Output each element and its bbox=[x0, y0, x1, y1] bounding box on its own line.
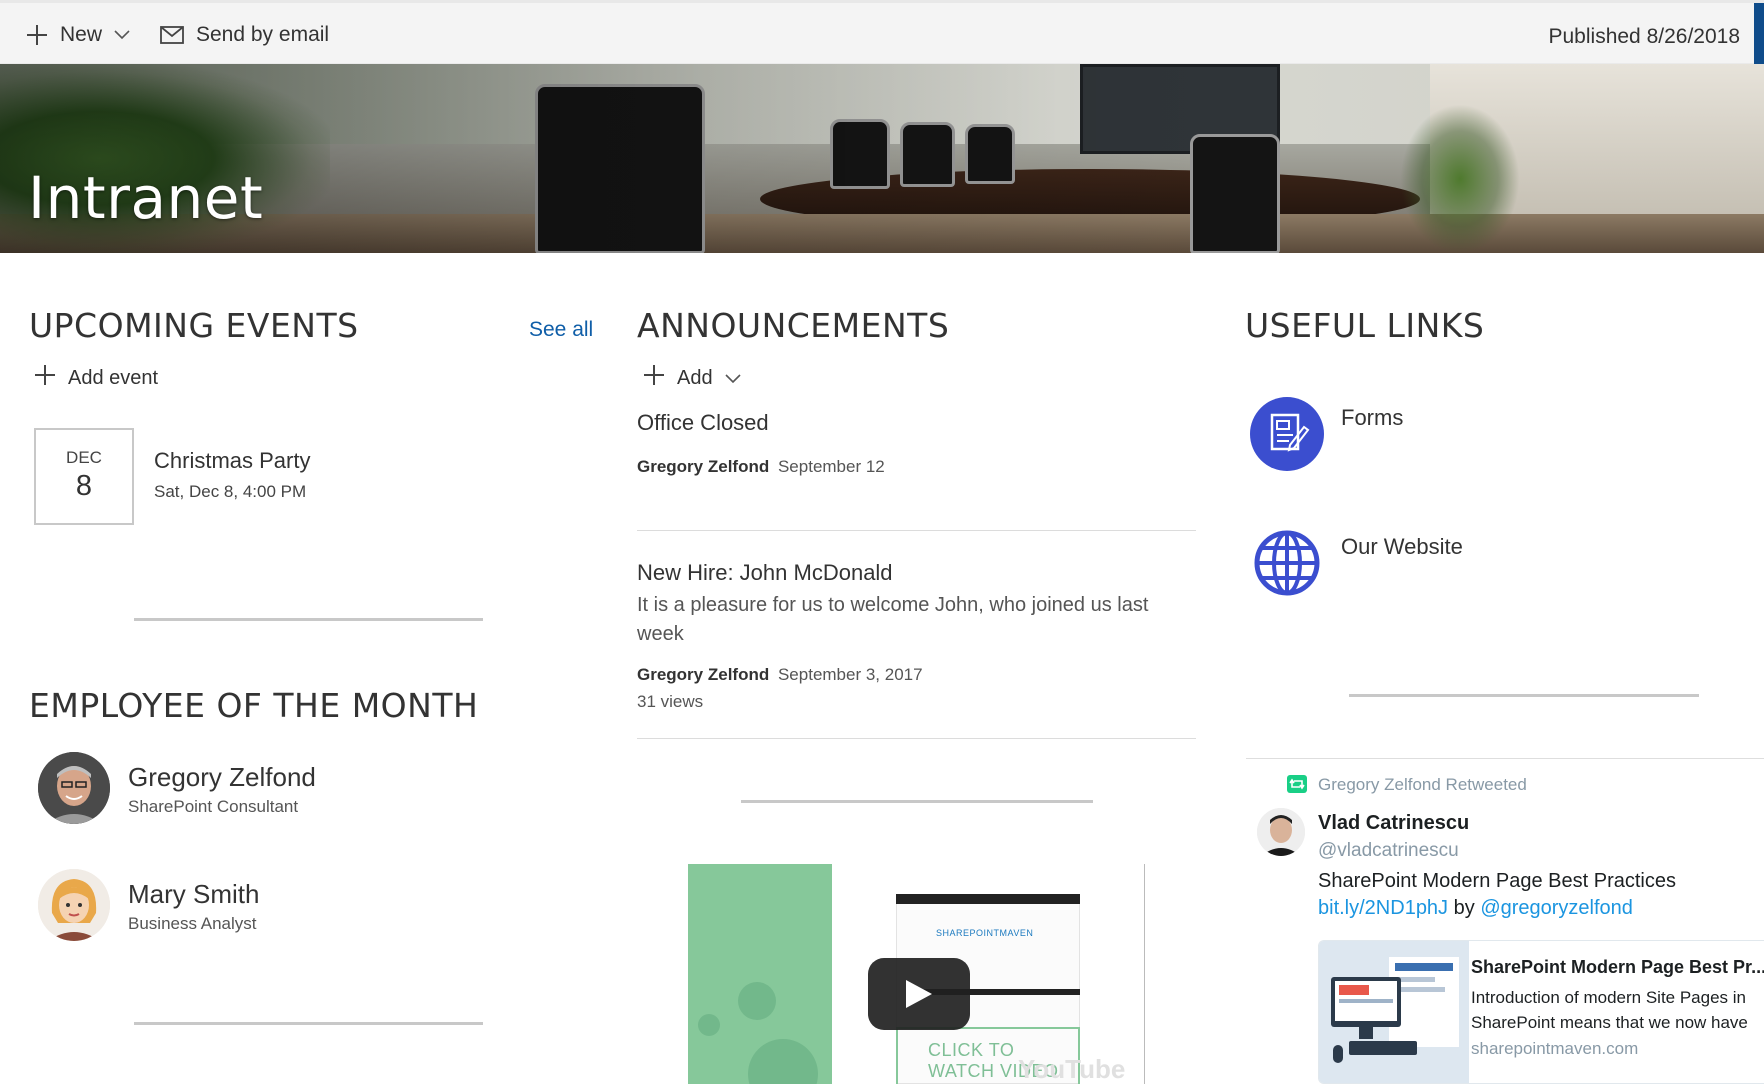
employee-role: Business Analyst bbox=[128, 914, 257, 933]
mail-icon bbox=[160, 26, 184, 44]
hero-banner: Intranet bbox=[0, 64, 1764, 253]
announcement-author: Gregory Zelfond bbox=[637, 457, 770, 476]
announcement-meta: Gregory Zelfond September 12 bbox=[637, 457, 885, 477]
tweet-text: SharePoint Modern Page Best Practices bbox=[1318, 870, 1676, 892]
tweet-mention[interactable]: @gregoryzelfond bbox=[1480, 897, 1633, 919]
event-title[interactable]: Christmas Party bbox=[154, 448, 310, 474]
send-by-email-label: Send by email bbox=[196, 23, 330, 46]
employee-role: SharePoint Consultant bbox=[128, 797, 299, 816]
employee-name: Gregory Zelfond bbox=[128, 762, 316, 792]
section-divider bbox=[134, 618, 483, 621]
new-label: New bbox=[60, 23, 103, 46]
tweet-link[interactable]: bit.ly/2ND1phJ bbox=[1318, 897, 1448, 919]
add-event-button[interactable]: Add event bbox=[34, 364, 158, 392]
event-month: DEC bbox=[66, 448, 102, 467]
employee-name: Mary Smith bbox=[128, 879, 260, 909]
event-day: 8 bbox=[75, 470, 93, 502]
send-by-email-button[interactable]: Send by email bbox=[160, 17, 329, 53]
decor-circle bbox=[698, 1014, 720, 1036]
scroll-edge bbox=[1754, 3, 1764, 67]
globe-icon[interactable] bbox=[1250, 526, 1324, 600]
quick-link-label[interactable]: Forms bbox=[1341, 405, 1403, 431]
retweet-text: Gregory Zelfond Retweeted bbox=[1318, 775, 1527, 794]
avatar bbox=[38, 752, 110, 824]
published-date: Published 8/26/2018 bbox=[1548, 25, 1741, 48]
tweet-separator bbox=[1246, 758, 1764, 759]
announcement-title[interactable]: New Hire: John McDonald bbox=[637, 560, 893, 586]
event-time: Sat, Dec 8, 4:00 PM bbox=[154, 482, 307, 501]
video-title-bar bbox=[896, 894, 1080, 904]
card-description-line: SharePoint means that we now have bbox=[1471, 1013, 1748, 1032]
useful-links-title: USEFUL LINKS bbox=[1245, 306, 1485, 345]
decor-circle bbox=[738, 982, 776, 1020]
card-description-line: Introduction of modern Site Pages in bbox=[1471, 988, 1746, 1007]
youtube-watermark: YouTube bbox=[1018, 1054, 1126, 1084]
announcement-date: September 3, 2017 bbox=[777, 665, 923, 684]
tweet-card[interactable]: SharePoint Modern Page Best Pr... Introd… bbox=[1318, 940, 1764, 1084]
employee-title: EMPLOYEE OF THE MONTH bbox=[29, 686, 479, 725]
retweet-icon bbox=[1287, 775, 1307, 793]
plus-icon bbox=[34, 364, 56, 392]
avatar[interactable] bbox=[1257, 808, 1305, 856]
events-title: UPCOMING EVENTS bbox=[29, 306, 359, 345]
announcements-title: ANNOUNCEMENTS bbox=[637, 306, 950, 345]
video-embed[interactable]: SHAREPOINTMAVEN CLICK TO WATCH VIDEO You… bbox=[688, 864, 1145, 1084]
section-divider bbox=[1349, 694, 1699, 697]
plus-icon bbox=[26, 24, 48, 46]
tweet-author-handle[interactable]: @vladcatrinescu bbox=[1318, 840, 1459, 862]
section-divider bbox=[741, 800, 1093, 803]
add-event-label: Add event bbox=[68, 366, 159, 389]
avatar bbox=[38, 869, 110, 941]
new-button[interactable]: New bbox=[26, 17, 130, 53]
list-separator bbox=[637, 738, 1196, 739]
announcement-views: 31 views bbox=[637, 692, 704, 711]
list-separator bbox=[637, 530, 1196, 531]
command-bar: New Send by email Published 8/26/2018 bbox=[0, 0, 1764, 67]
hero-shade bbox=[0, 64, 1764, 253]
see-all-link[interactable]: See all bbox=[529, 318, 593, 342]
tweet-by: by bbox=[1453, 897, 1475, 919]
announcement-description: It is a pleasure for us to welcome John,… bbox=[637, 594, 1149, 645]
announcement-title[interactable]: Office Closed bbox=[637, 410, 769, 436]
play-icon bbox=[906, 980, 932, 1008]
chevron-down-icon bbox=[114, 30, 130, 40]
video-logo: SHAREPOINTMAVEN bbox=[936, 928, 1034, 938]
announcement-meta: Gregory Zelfond September 3, 2017 bbox=[637, 665, 923, 685]
section-divider bbox=[134, 1022, 483, 1025]
card-description: Introduction of modern Site Pages in Sha… bbox=[1471, 985, 1748, 1035]
card-image bbox=[1319, 941, 1469, 1083]
chevron-down-icon bbox=[725, 367, 741, 390]
add-announcement-button[interactable]: Add bbox=[643, 364, 741, 392]
tweet-author-name[interactable]: Vlad Catrinescu bbox=[1318, 812, 1469, 835]
site-title: Intranet bbox=[28, 164, 264, 232]
card-domain: sharepointmaven.com bbox=[1471, 1039, 1639, 1058]
card-title: SharePoint Modern Page Best Pr... bbox=[1471, 957, 1764, 977]
add-label: Add bbox=[677, 366, 713, 389]
quick-link-label[interactable]: Our Website bbox=[1341, 534, 1463, 560]
forms-icon[interactable] bbox=[1250, 397, 1324, 471]
event-date-box[interactable]: DEC 8 bbox=[34, 428, 134, 525]
plus-icon bbox=[643, 364, 665, 392]
announcement-author: Gregory Zelfond bbox=[637, 665, 770, 684]
announcement-date: September 12 bbox=[777, 457, 885, 476]
tweet-links: bit.ly/2ND1phJ by @gregoryzelfond bbox=[1318, 897, 1633, 920]
